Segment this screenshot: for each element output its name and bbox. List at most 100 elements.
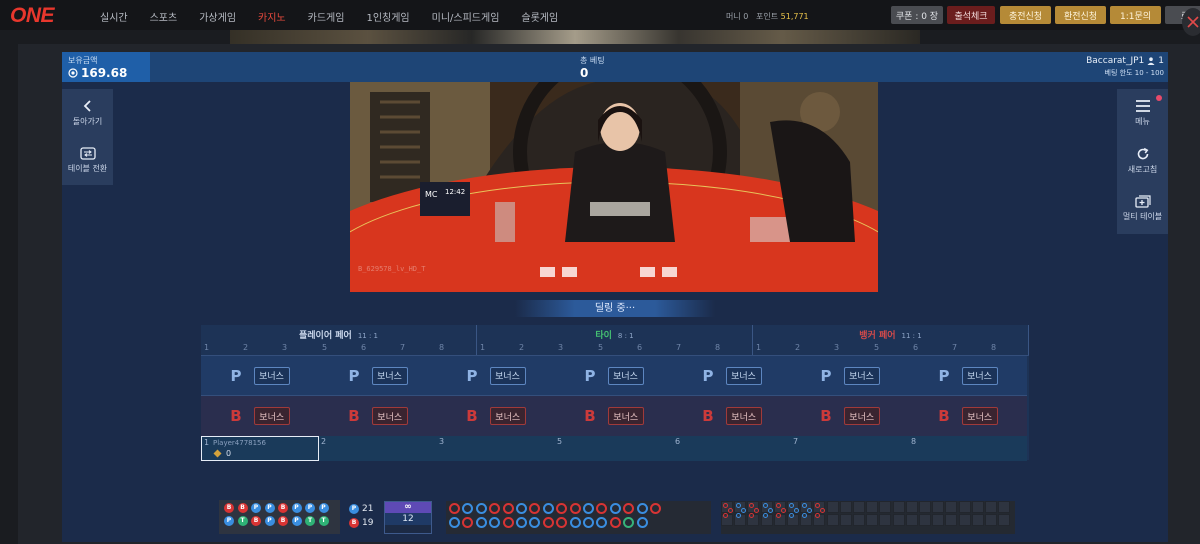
player-bet-spot[interactable]: P 보너스 <box>909 356 1027 396</box>
seat-5[interactable]: 5 <box>555 436 673 461</box>
bead-result: P <box>224 516 234 526</box>
seat-3[interactable]: 3 <box>437 436 555 461</box>
player-bet-spot[interactable]: P 보너스 <box>437 356 555 396</box>
road-grid-cell <box>853 514 865 526</box>
big-road-mark <box>556 517 568 528</box>
nav-item-slot[interactable]: 슬롯게임 <box>521 9 558 24</box>
banker-bonus-button[interactable]: 보너스 <box>253 407 290 425</box>
refresh-label: 새로고침 <box>1127 165 1158 174</box>
seat-1[interactable]: 1 Player4778156 0 <box>201 436 319 461</box>
result-counts: P 21 B 19 <box>349 502 379 530</box>
live-video-stream[interactable]: MC 12:42 B_629578_lv_HD_T <box>350 82 878 292</box>
banker-bonus-button[interactable]: 보너스 <box>489 407 526 425</box>
balance-label: 보유금액 <box>68 56 98 65</box>
player-bonus-button[interactable]: 보너스 <box>371 366 408 385</box>
banker-bet-spot[interactable]: B 보너스 <box>201 396 319 436</box>
charge-button[interactable]: 충전신청 <box>1000 6 1051 24</box>
player-bonus-button[interactable]: 보너스 <box>843 366 880 385</box>
balance-value-row: 169.68 <box>68 66 144 80</box>
video-stream-id: B_629578_lv_HD_T <box>358 265 426 273</box>
svg-text:12:42: 12:42 <box>445 188 465 196</box>
big-road-mark <box>529 517 541 528</box>
player-bonus-button[interactable]: 보너스 <box>253 366 290 385</box>
banker-bet-spot[interactable]: B 보너스 <box>555 396 673 436</box>
nav-item-live[interactable]: 실시간 <box>100 9 128 24</box>
big-road-mark <box>623 503 635 514</box>
nav-item-virtual[interactable]: 가상게임 <box>199 9 236 24</box>
banker-bet-spot[interactable]: B 보너스 <box>319 396 437 436</box>
nav-item-minigame[interactable]: 미니/스피드게임 <box>432 9 500 24</box>
banker-bonus-button[interactable]: 보너스 <box>371 407 408 425</box>
banker-bet-spot[interactable]: B 보너스 <box>437 396 555 436</box>
dealing-status: 딜링 중··· <box>515 300 715 317</box>
road-grid-cell <box>919 514 931 526</box>
banker-bonus-button[interactable]: 보너스 <box>843 407 880 425</box>
seat-column-8: P 보너스 B 보너스 8 <box>909 355 1029 461</box>
close-icon <box>1187 16 1199 28</box>
banker-bonus-button[interactable]: 보너스 <box>961 407 998 425</box>
back-button[interactable]: 돌아가기 <box>62 99 113 127</box>
player-bet-spot[interactable]: P 보너스 <box>201 356 319 396</box>
seat-6[interactable]: 6 <box>673 436 791 461</box>
site-logo[interactable]: ONE <box>10 4 55 28</box>
player-letter: P <box>820 366 832 385</box>
player-bet-spot[interactable]: P 보너스 <box>673 356 791 396</box>
player-letter: P <box>584 366 596 385</box>
banker-pair-header[interactable]: 뱅커 페어 11 : 1 1 2 3 5 6 7 8 <box>753 325 1029 355</box>
tie-odds: 8 : 1 <box>617 332 634 340</box>
multi-table-button[interactable]: 멀티 테이블 <box>1117 195 1168 222</box>
big-road <box>446 501 711 534</box>
banker-bet-spot[interactable]: B 보너스 <box>791 396 909 436</box>
seat-7[interactable]: 7 <box>791 436 909 461</box>
player-bonus-button[interactable]: 보너스 <box>725 366 762 385</box>
road-grid-cell <box>826 514 839 526</box>
seat-2[interactable]: 2 <box>319 436 437 461</box>
player-bet-spot[interactable]: P 보너스 <box>791 356 909 396</box>
road-grid-cell <box>866 501 879 513</box>
tie-header[interactable]: 타이 8 : 1 1 2 3 5 6 7 8 <box>477 325 753 355</box>
player-dot-icon: P <box>349 504 359 514</box>
refresh-icon <box>1137 147 1148 160</box>
banker-bet-spot[interactable]: B 보너스 <box>673 396 791 436</box>
big-road-mark <box>449 517 460 528</box>
banker-pair-title: 뱅커 페어 <box>859 331 896 341</box>
nav-item-cardgame[interactable]: 카드게임 <box>308 9 345 24</box>
seat-player-name: Player4778156 <box>213 439 266 447</box>
tie-title: 타이 <box>595 331 612 341</box>
tie-title-row: 타이 8 : 1 <box>477 328 752 341</box>
banker-bonus-button[interactable]: 보너스 <box>607 407 644 425</box>
seat-number: 6 <box>637 343 643 352</box>
seat-number: 5 <box>557 437 563 446</box>
close-button[interactable] <box>1182 8 1200 36</box>
banker-bet-spot[interactable]: B 보너스 <box>909 396 1027 436</box>
big-road-mark <box>569 517 581 528</box>
seat-8[interactable]: 8 <box>909 436 1027 461</box>
player-bet-spot[interactable]: P 보너스 <box>319 356 437 396</box>
road-grid-cell <box>985 501 997 513</box>
banker-letter: B <box>938 407 950 425</box>
switch-table-icon <box>79 147 96 160</box>
switch-table-button[interactable]: 테이블 전환 <box>62 147 113 174</box>
menu-button[interactable]: 메뉴 <box>1117 99 1168 127</box>
player-bonus-button[interactable]: 보너스 <box>607 366 644 385</box>
banker-letter: B <box>466 407 478 425</box>
attendance-button[interactable]: 출석체크 <box>947 6 995 24</box>
player-bonus-button[interactable]: 보너스 <box>961 366 998 385</box>
bead-result: T <box>318 516 329 526</box>
road-grid-cell <box>839 501 852 513</box>
player-bet-spot[interactable]: P 보너스 <box>555 356 673 396</box>
inquiry-button[interactable]: 1:1문의 <box>1110 6 1161 24</box>
player-pair-title-row: 플레이어 페어 11 : 1 <box>201 328 476 341</box>
nav-item-casino[interactable]: 카지노 <box>258 9 286 24</box>
nav-item-firstperson[interactable]: 1인칭게임 <box>366 9 409 24</box>
exchange-button[interactable]: 환전신청 <box>1055 6 1106 24</box>
player-pair-header[interactable]: 플레이어 페어 11 : 1 1 2 3 5 6 7 8 <box>201 325 477 355</box>
banker-bonus-button[interactable]: 보너스 <box>725 407 762 425</box>
coupon-button[interactable]: 쿠폰 : 0 장 <box>891 6 943 24</box>
refresh-button[interactable]: 새로고침 <box>1117 147 1168 175</box>
banker-letter: B <box>702 407 714 425</box>
player-pair-title: 플레이어 페어 <box>299 331 352 341</box>
player-bonus-button[interactable]: 보너스 <box>489 366 526 385</box>
big-road-mark <box>462 503 474 514</box>
nav-item-sports[interactable]: 스포츠 <box>150 9 178 24</box>
